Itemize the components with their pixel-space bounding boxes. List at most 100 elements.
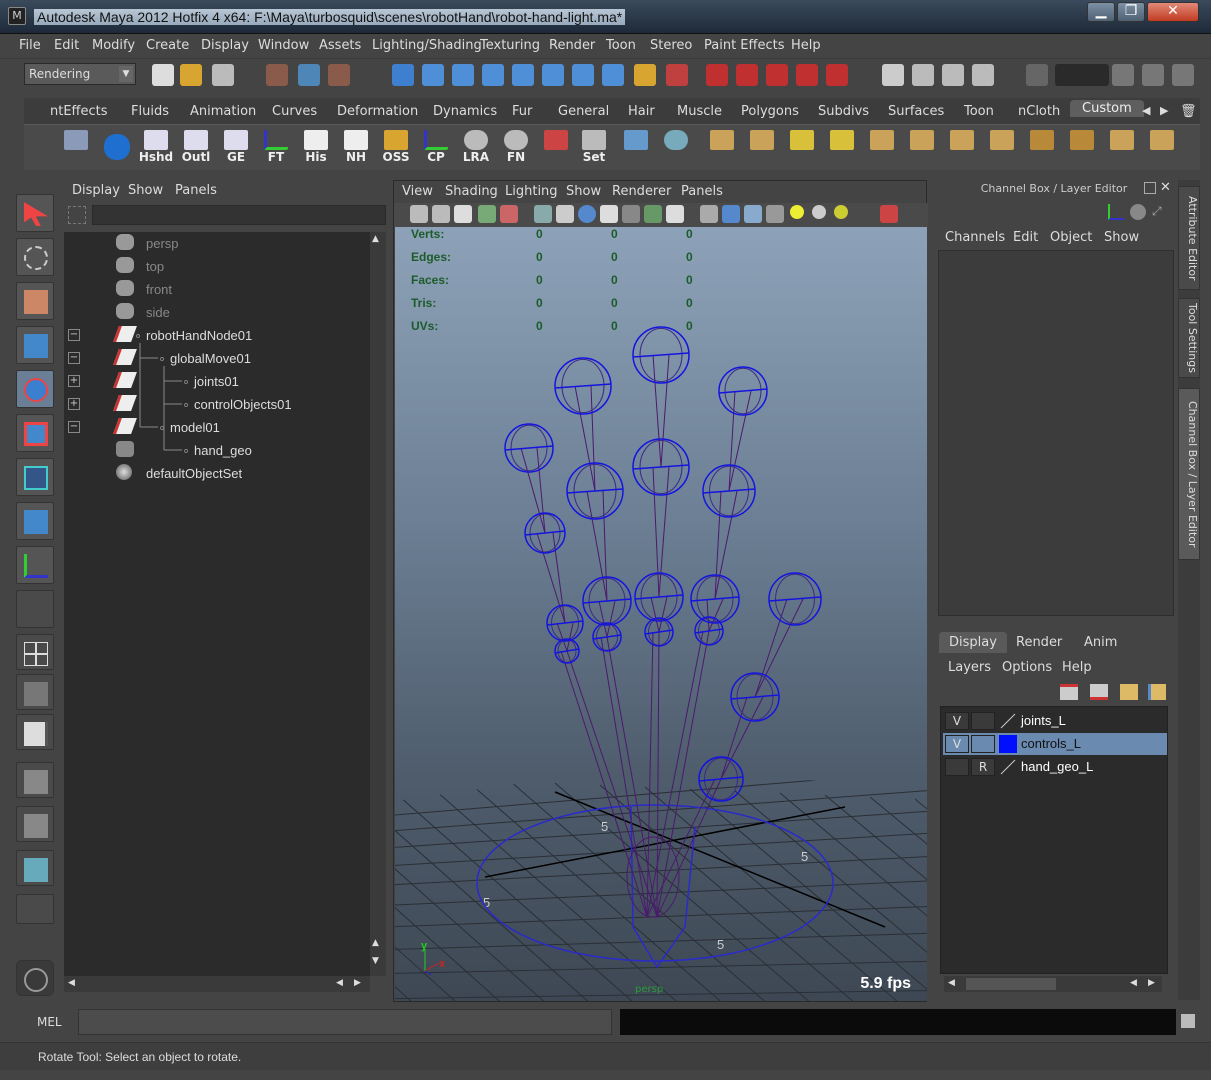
lasso-tool[interactable] bbox=[16, 238, 54, 276]
layer-row-joints-l[interactable]: V joints_L bbox=[943, 710, 1167, 732]
shelf-tool-11-button[interactable] bbox=[1104, 128, 1140, 166]
tab-ncloth[interactable]: nCloth bbox=[1018, 104, 1060, 119]
finger-controls[interactable] bbox=[504, 326, 822, 802]
move-tool[interactable] bbox=[16, 326, 54, 364]
help-icon[interactable] bbox=[602, 64, 624, 86]
show-hide-attribute-editor-icon[interactable] bbox=[1112, 64, 1134, 86]
layout-options-button[interactable] bbox=[16, 894, 54, 924]
shelf-tool-4-button[interactable] bbox=[824, 128, 860, 166]
tab-surfaces[interactable]: Surfaces bbox=[888, 104, 944, 119]
tab-toon[interactable]: Toon bbox=[964, 104, 994, 119]
close-button[interactable]: ✕ bbox=[1147, 2, 1199, 22]
wireframe-icon[interactable] bbox=[534, 205, 552, 223]
smooth-shade-icon[interactable] bbox=[578, 205, 596, 223]
checker-icon[interactable] bbox=[766, 205, 784, 223]
shelf-spheres-button[interactable] bbox=[658, 128, 694, 166]
menu-display[interactable]: Display bbox=[201, 38, 249, 53]
isolate-select-icon[interactable] bbox=[700, 205, 718, 223]
textured-icon[interactable] bbox=[644, 205, 662, 223]
float-panel-icon[interactable] bbox=[1144, 182, 1156, 194]
shelf-oss-button[interactable]: OSS bbox=[378, 128, 414, 166]
snap-align-icon[interactable] bbox=[766, 64, 788, 86]
show-hide-channel-box-icon[interactable] bbox=[1172, 64, 1194, 86]
shelf-tool-9-button[interactable] bbox=[1024, 128, 1060, 166]
vp-menu-lighting[interactable]: Lighting bbox=[505, 184, 558, 199]
tab-display-layers[interactable]: Display bbox=[939, 632, 1007, 653]
menu-window[interactable]: Window bbox=[258, 38, 309, 53]
shelf-lamp-button[interactable] bbox=[58, 128, 94, 166]
shelf-his-button[interactable]: His bbox=[298, 128, 334, 166]
tab-painteffects[interactable]: ntEffects bbox=[50, 104, 108, 119]
layout-persp-graph-button[interactable] bbox=[16, 674, 54, 710]
scroll-up-icon[interactable]: ▲ bbox=[372, 234, 379, 244]
tab-muscle[interactable]: Muscle bbox=[677, 104, 722, 119]
ipr-render-icon[interactable] bbox=[942, 64, 964, 86]
shelf-scroll-right-icon[interactable]: ▶ bbox=[1160, 104, 1168, 117]
scroll-right-icon[interactable]: ▶ bbox=[354, 978, 361, 988]
snap-live-icon[interactable] bbox=[796, 64, 818, 86]
scroll-left-icon[interactable]: ◀ bbox=[68, 978, 75, 988]
menu-file[interactable]: File bbox=[19, 38, 41, 53]
magnet-icon[interactable] bbox=[706, 64, 728, 86]
input-field-icon[interactable] bbox=[1026, 64, 1048, 86]
script-editor-icon[interactable] bbox=[1181, 1014, 1195, 1028]
save-scene-icon[interactable] bbox=[212, 64, 234, 86]
selection-mask-icon[interactable] bbox=[666, 64, 688, 86]
outliner-menu-show[interactable]: Show bbox=[128, 183, 163, 198]
vp-menu-view[interactable]: View bbox=[402, 184, 433, 199]
layout-outliner-persp-button[interactable] bbox=[16, 806, 54, 842]
quick-selection-field[interactable] bbox=[1055, 64, 1109, 86]
universal-manipulator-tool[interactable] bbox=[16, 458, 54, 496]
tab-anim-layers[interactable]: Anim bbox=[1084, 635, 1117, 650]
layer-color-swatch[interactable] bbox=[999, 712, 1017, 730]
grid-toggle-icon[interactable] bbox=[556, 205, 574, 223]
shelf-fn-button[interactable]: FN bbox=[498, 128, 534, 166]
tab-subdivs[interactable]: Subdivs bbox=[818, 104, 869, 119]
snap-view-plane-icon[interactable] bbox=[482, 64, 504, 86]
cb-menu-show[interactable]: Show bbox=[1104, 230, 1139, 245]
menu-assets[interactable]: Assets bbox=[319, 38, 361, 53]
menu-render[interactable]: Render bbox=[549, 38, 595, 53]
tab-dynamics[interactable]: Dynamics bbox=[433, 104, 497, 119]
tab-polygons[interactable]: Polygons bbox=[741, 104, 799, 119]
le-menu-layers[interactable]: Layers bbox=[948, 660, 991, 675]
select-by-component-icon[interactable] bbox=[328, 64, 350, 86]
layer-display-type-toggle[interactable] bbox=[971, 735, 995, 753]
shelf-tool-2-button[interactable] bbox=[744, 128, 780, 166]
channel-list[interactable] bbox=[938, 250, 1174, 616]
move-layer-down-icon[interactable] bbox=[1090, 684, 1108, 700]
menu-help[interactable]: Help bbox=[791, 38, 821, 53]
layout-hypershade-button[interactable] bbox=[16, 850, 54, 886]
camera-attributes-icon[interactable] bbox=[432, 205, 450, 223]
minimize-button[interactable]: ▁ bbox=[1087, 2, 1115, 22]
layer-visibility-toggle[interactable] bbox=[945, 758, 969, 776]
shelf-tool-5-button[interactable] bbox=[864, 128, 900, 166]
scroll-up-icon[interactable]: ▲ bbox=[372, 938, 379, 948]
render-settings-icon[interactable] bbox=[972, 64, 994, 86]
scroll-left-icon[interactable]: ◀ bbox=[336, 978, 343, 988]
vp-menu-panels[interactable]: Panels bbox=[681, 184, 723, 199]
close-panel-icon[interactable]: ✕ bbox=[1160, 180, 1171, 195]
lock-icon[interactable] bbox=[634, 64, 656, 86]
tab-deformation[interactable]: Deformation bbox=[337, 104, 418, 119]
scale-tool[interactable] bbox=[16, 414, 54, 452]
layer-visibility-toggle[interactable]: V bbox=[945, 735, 969, 753]
shelf-tool-6-button[interactable] bbox=[904, 128, 940, 166]
mel-command-input[interactable] bbox=[78, 1009, 612, 1035]
shelf-lra-button[interactable]: LRA bbox=[458, 128, 494, 166]
snap-surface-icon[interactable] bbox=[826, 64, 848, 86]
maya-logo-button[interactable] bbox=[16, 960, 54, 996]
layout-persp-outliner-button[interactable] bbox=[16, 762, 54, 798]
outliner-search-input[interactable] bbox=[92, 205, 386, 225]
select-tool[interactable] bbox=[16, 194, 54, 232]
scroll-thumb[interactable] bbox=[966, 978, 1056, 990]
tab-attribute-editor[interactable]: Attribute Editor bbox=[1178, 186, 1200, 290]
menu-lighting-shading[interactable]: Lighting/Shading bbox=[372, 38, 482, 53]
select-by-object-icon[interactable] bbox=[298, 64, 320, 86]
le-menu-help[interactable]: Help bbox=[1062, 660, 1092, 675]
shelf-tool-8-button[interactable] bbox=[984, 128, 1020, 166]
render-current-frame-icon[interactable] bbox=[912, 64, 934, 86]
new-layer-icon[interactable] bbox=[1120, 684, 1138, 700]
xray-icon[interactable] bbox=[622, 205, 640, 223]
vp-menu-shading[interactable]: Shading bbox=[445, 184, 498, 199]
